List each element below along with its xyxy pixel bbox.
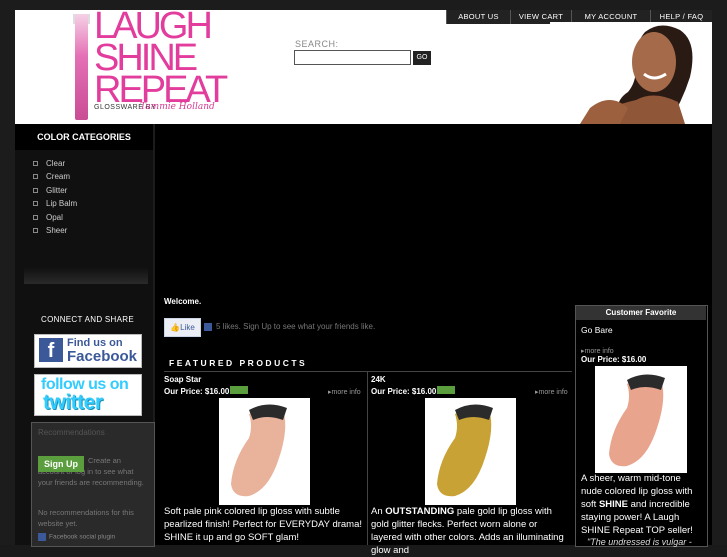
twitter-line2: twitter — [43, 391, 103, 414]
favorite-product-name[interactable]: Go Bare — [581, 325, 613, 335]
plugin-text: Facebook social plugin — [49, 533, 116, 541]
thumbs-up-icon: 👍 — [170, 323, 181, 332]
model-photo — [550, 22, 712, 124]
recommendations-signup-button[interactable]: Sign Up — [38, 456, 84, 472]
facebook-plugin-label: Facebook social plugin — [38, 533, 115, 541]
category-label: Sheer — [46, 226, 68, 235]
like-label: Like — [180, 323, 195, 332]
lipgloss-tube-image — [75, 14, 88, 120]
product-name-soap-star[interactable]: Soap Star — [164, 375, 201, 384]
category-sheer[interactable]: Sheer — [33, 226, 67, 235]
like-count-text: 5 likes. Sign Up to see what your friend… — [204, 322, 375, 331]
connect-and-share-title: CONNECT AND SHARE — [41, 315, 134, 324]
category-label: Opal — [46, 213, 63, 222]
product-description: Soft pale pink colored lip gloss with su… — [164, 506, 363, 543]
facebook-small-icon — [204, 322, 212, 331]
facebook-like-button[interactable]: 👍Like — [164, 318, 201, 337]
product-price: Our Price: $16.00 — [371, 387, 437, 396]
category-clear[interactable]: Clear — [33, 159, 65, 168]
bullet-icon — [33, 161, 38, 167]
category-label: Glitter — [46, 186, 68, 195]
category-opal[interactable]: Opal — [33, 213, 63, 222]
bullet-icon — [33, 188, 38, 194]
like-text-body: 5 likes. Sign Up to see what your friend… — [216, 322, 376, 331]
sidebar-divider — [24, 268, 148, 284]
category-lip-balm[interactable]: Lip Balm — [33, 199, 77, 208]
bullet-icon — [33, 201, 38, 207]
bullet-icon — [33, 215, 38, 221]
product-price: Our Price: $16.00 — [164, 387, 230, 396]
gloss-swatch — [437, 404, 493, 497]
color-categories-title: COLOR CATEGORIES — [15, 124, 153, 150]
category-label: Clear — [46, 159, 66, 168]
favorite-more-info-link[interactable]: ▸more info — [581, 347, 614, 355]
favorite-product-price: Our Price: $16.00 — [581, 355, 647, 364]
bullet-icon — [33, 228, 38, 234]
category-label: Cream — [46, 172, 71, 181]
nav-about-us[interactable]: ABOUT US — [446, 10, 510, 24]
recommendations-none: No recommendations for this website yet. — [38, 508, 134, 528]
facebook-small-icon — [38, 533, 46, 541]
more-info-label: more info — [584, 348, 614, 355]
product-column-divider — [367, 372, 368, 545]
site-logo[interactable]: LAUGH SHINE REPEAT — [94, 7, 228, 109]
logo-signature: Tammie Holland — [140, 102, 215, 112]
favorite-quote: "The undressed is vulgar - — [587, 537, 692, 547]
customer-favorite-title: Customer Favorite — [576, 306, 706, 320]
favorite-product-image[interactable] — [595, 366, 687, 473]
bullet-icon — [33, 174, 38, 180]
facebook-line2: Facebook — [67, 348, 138, 365]
featured-products-title: FEATURED PRODUCTS — [169, 358, 308, 368]
more-info-link[interactable]: ▸more info — [328, 388, 361, 396]
category-glitter[interactable]: Glitter — [33, 186, 67, 195]
category-label: Lip Balm — [46, 199, 78, 208]
fav-desc-bold: SHINE — [598, 499, 628, 510]
product-description: An OUTSTANDING pale gold lip gloss with … — [371, 505, 571, 557]
recommendations-title: Recommendations — [38, 428, 105, 437]
desc-pre: An — [371, 506, 383, 517]
fav-desc-post: and incredible staying power! A Laugh SH… — [581, 499, 693, 536]
featured-divider — [164, 371, 572, 372]
search-label: SEARCH: — [295, 39, 339, 49]
search-input[interactable] — [294, 50, 411, 65]
follow-us-on-twitter-button[interactable]: follow us on twitter — [34, 374, 142, 416]
search-go-button[interactable]: GO — [413, 51, 431, 65]
find-us-on-facebook-button[interactable]: f Find us on Facebook — [34, 334, 142, 368]
add-to-cart-icon[interactable] — [437, 386, 455, 394]
more-info-label: more info — [538, 389, 568, 396]
facebook-icon: f — [39, 338, 63, 362]
add-to-cart-icon[interactable] — [230, 386, 248, 394]
gloss-swatch — [609, 374, 665, 467]
gloss-swatch — [231, 404, 287, 497]
product-name-24k[interactable]: 24K — [371, 375, 386, 384]
welcome-text: Welcome. — [164, 297, 202, 306]
product-image-soap-star[interactable] — [219, 398, 310, 505]
more-info-link[interactable]: ▸more info — [535, 388, 568, 396]
more-info-label: more info — [331, 389, 361, 396]
product-image-24k[interactable] — [425, 398, 516, 505]
category-cream[interactable]: Cream — [33, 172, 70, 181]
favorite-description: A sheer, warm mid-tone nude colored lip … — [581, 472, 703, 537]
desc-bold: OUTSTANDING — [385, 506, 455, 517]
